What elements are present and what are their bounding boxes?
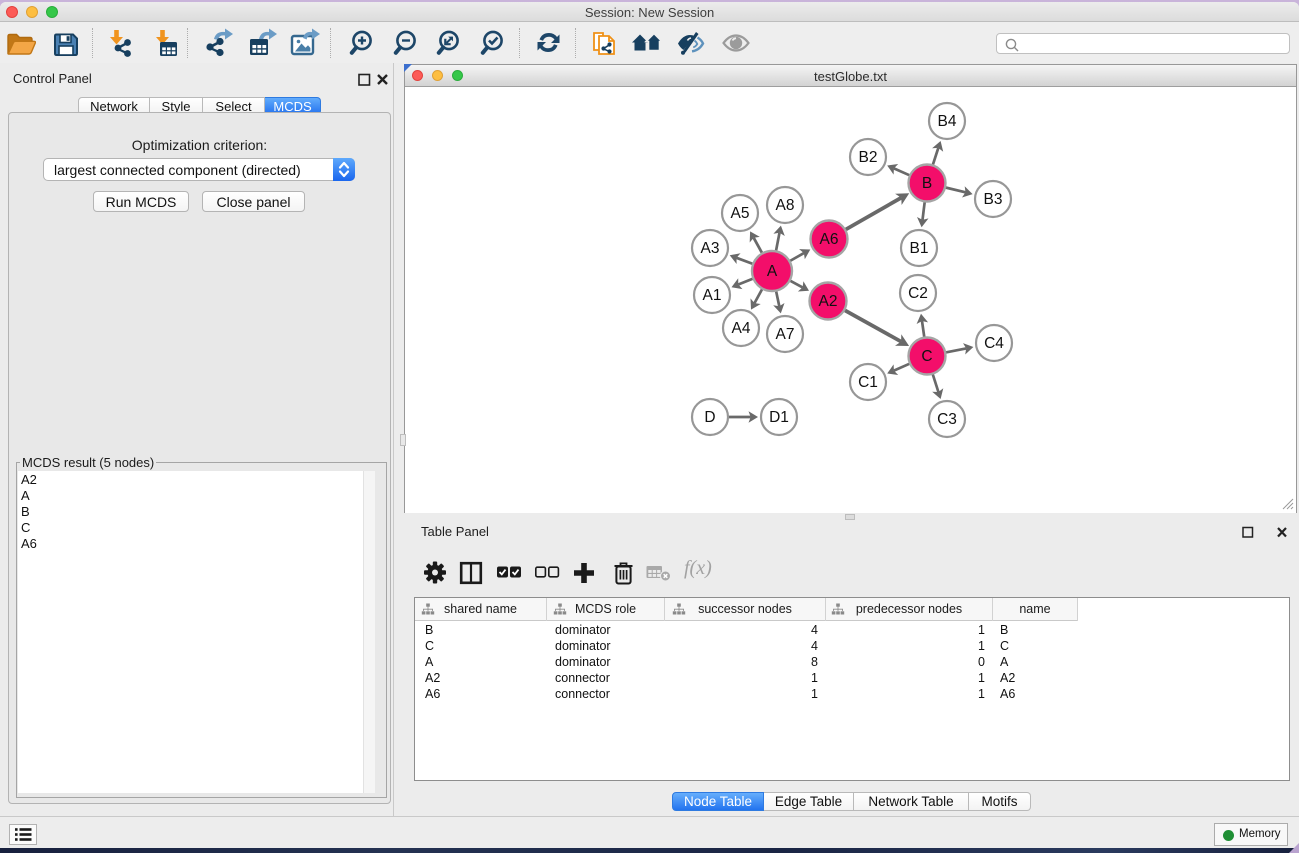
- svg-text:A7: A7: [776, 326, 795, 343]
- svg-text:A1: A1: [703, 287, 722, 304]
- svg-text:B3: B3: [984, 191, 1003, 208]
- svg-text:C2: C2: [908, 285, 928, 302]
- svg-text:A4: A4: [732, 320, 751, 337]
- svg-text:C: C: [921, 348, 932, 365]
- svg-text:A: A: [767, 263, 778, 280]
- svg-text:C3: C3: [937, 411, 957, 428]
- svg-text:A2: A2: [819, 293, 838, 310]
- svg-text:A8: A8: [776, 197, 795, 214]
- svg-text:C4: C4: [984, 335, 1004, 352]
- svg-text:B4: B4: [938, 113, 957, 130]
- svg-text:C1: C1: [858, 374, 878, 391]
- svg-text:D1: D1: [769, 409, 789, 426]
- svg-text:D: D: [704, 409, 715, 426]
- svg-text:B2: B2: [859, 149, 878, 166]
- svg-text:B1: B1: [910, 240, 929, 257]
- svg-text:A3: A3: [701, 240, 720, 257]
- svg-text:B: B: [922, 175, 932, 192]
- svg-text:A6: A6: [820, 231, 839, 248]
- svg-text:A5: A5: [731, 205, 750, 222]
